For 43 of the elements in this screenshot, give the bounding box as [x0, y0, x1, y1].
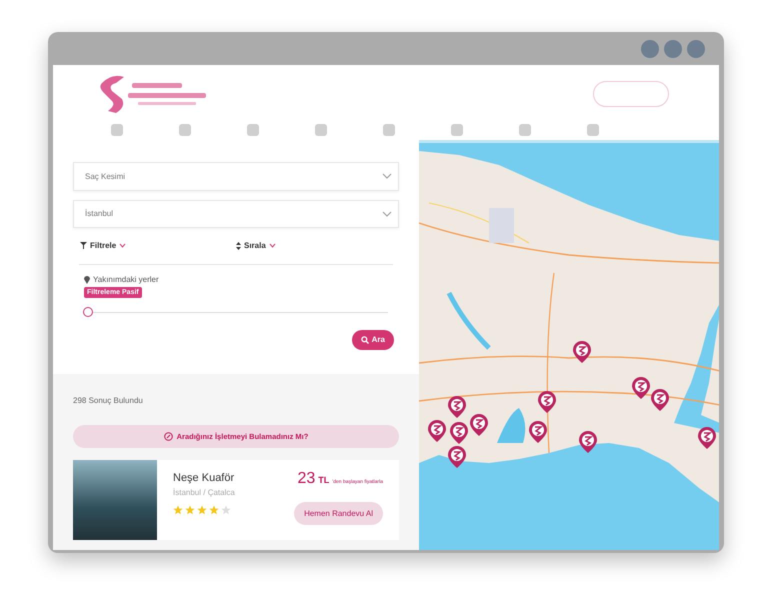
chevron-down-icon — [268, 243, 276, 248]
book-button[interactable]: Hemen Randevu Al — [294, 502, 383, 525]
map-pin-icon[interactable] — [538, 391, 556, 413]
map-pin-icon[interactable] — [448, 446, 466, 468]
star-icon — [221, 505, 231, 515]
map-pin-icon[interactable] — [470, 414, 488, 436]
airport-drawing — [489, 208, 514, 243]
city-select[interactable]: İstanbul — [73, 200, 399, 228]
map-pin-icon[interactable] — [450, 422, 468, 444]
service-select[interactable]: Saç Kesimi — [73, 162, 399, 191]
filter-icon — [80, 242, 87, 250]
map-pin-icon[interactable] — [698, 427, 716, 449]
sort-dropdown[interactable]: Sırala — [236, 241, 392, 250]
chevron-down-icon — [382, 210, 392, 217]
window-dot-icon[interactable] — [687, 40, 705, 58]
nearby-label: Yakınımdaki yerler — [93, 275, 159, 284]
star-icon — [185, 505, 195, 515]
result-count: 298 Sonuç Bulundu — [73, 396, 144, 405]
map-pin-icon[interactable] — [428, 420, 446, 442]
location-pin-icon — [84, 276, 90, 284]
map-pin-icon[interactable] — [632, 377, 650, 399]
map-pin-icon[interactable] — [579, 431, 597, 453]
lake-drawing — [497, 408, 526, 443]
chevron-down-icon — [119, 243, 126, 248]
slider-thumb[interactable] — [83, 307, 93, 318]
salon-name[interactable]: Neşe Kuaför — [173, 472, 293, 484]
search-button[interactable]: Ara — [352, 330, 394, 350]
window-dot-icon[interactable] — [664, 40, 682, 58]
window-dot-icon[interactable] — [641, 40, 659, 58]
star-icon — [209, 505, 219, 515]
map-pin-icon[interactable] — [529, 421, 547, 443]
search-icon — [360, 336, 369, 344]
map-pin-icon[interactable] — [448, 396, 466, 418]
salon-location: İstanbul / Çatalca — [173, 488, 236, 497]
filter-dropdown[interactable]: Filtrele — [80, 241, 236, 250]
map-pin-icon[interactable] — [651, 389, 669, 411]
star-icon — [173, 505, 183, 515]
price-currency: TL — [318, 475, 330, 485]
chevron-down-icon — [382, 173, 392, 180]
price-value: 23 — [297, 470, 316, 488]
sort-icon — [236, 242, 241, 250]
map-pin-icon[interactable] — [573, 341, 591, 363]
star-icon — [197, 505, 207, 515]
